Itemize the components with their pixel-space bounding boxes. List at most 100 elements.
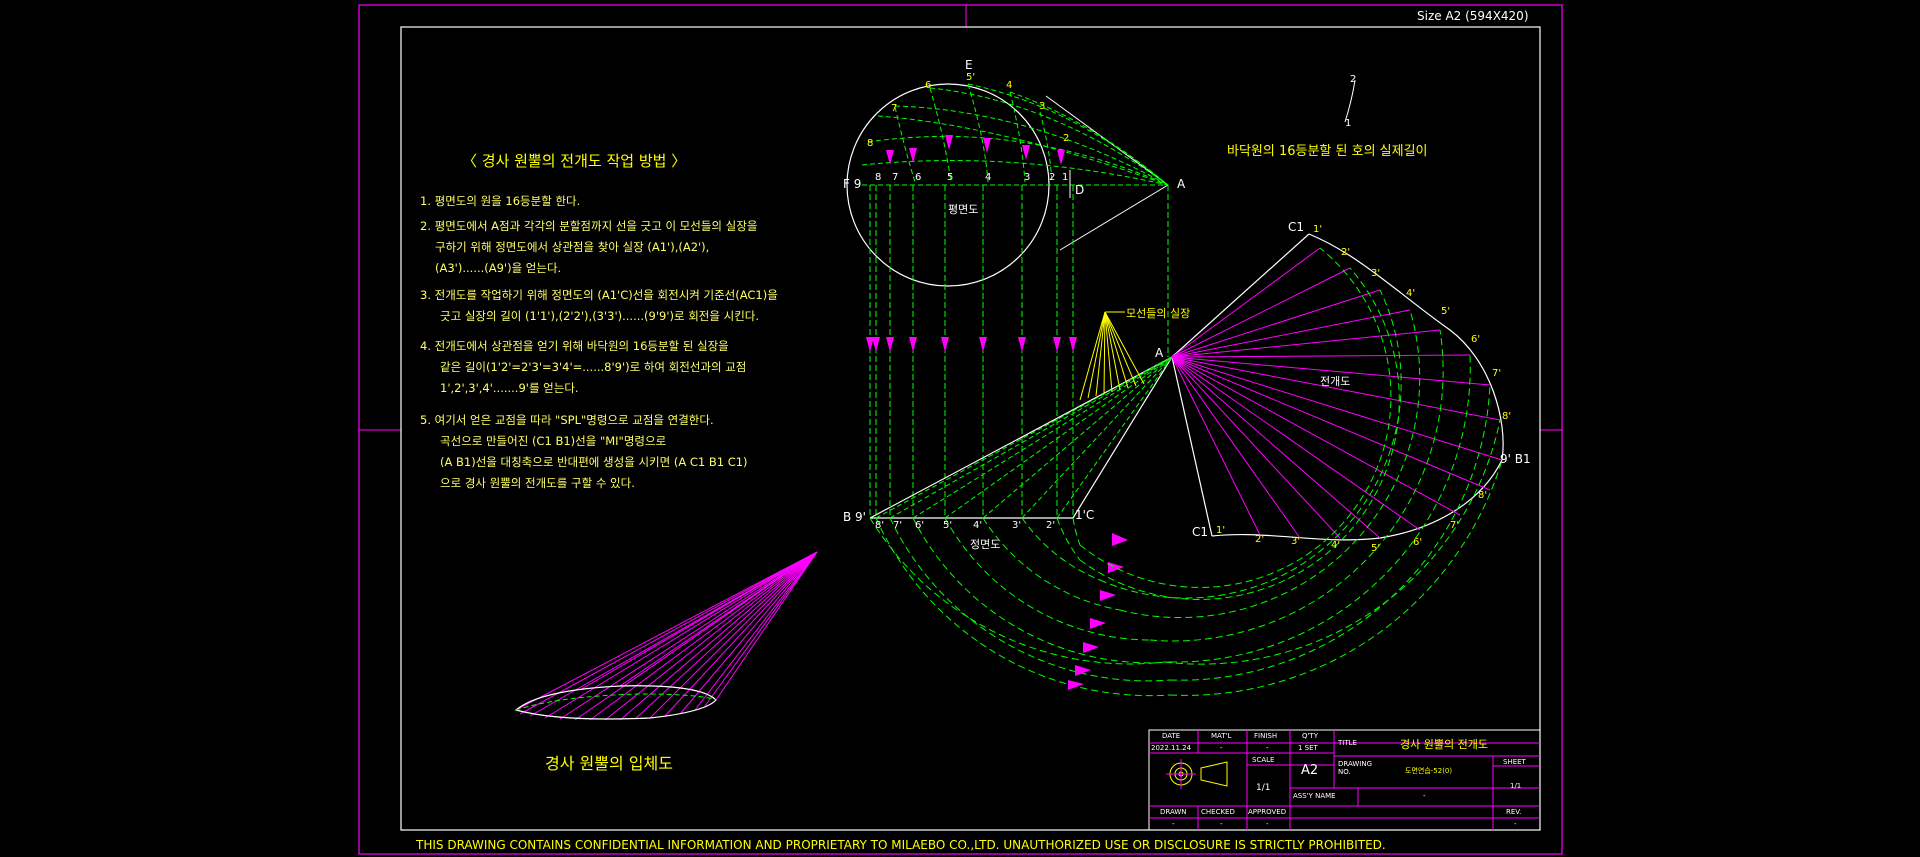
- tb-assy-value: -: [1423, 792, 1426, 800]
- tb-qty-header: Q'TY: [1302, 732, 1318, 740]
- circle-point: 8: [867, 138, 874, 149]
- tb-approved-header: APPROVED: [1248, 808, 1287, 816]
- method-step: 5. 여기서 얻은 교점을 따라 "SPL"명령으로 교점을 연결한다.: [420, 413, 714, 427]
- plan-generatrix: [861, 160, 1169, 186]
- plan-point: 3: [1024, 172, 1031, 183]
- iso-title: 경사 원뿔의 입체도: [545, 754, 673, 773]
- tb-scale-value: 1/1: [1256, 783, 1271, 793]
- dev-point-lower: 5': [1371, 543, 1381, 554]
- dev-point-upper: 3': [1371, 268, 1381, 279]
- point-B9: B 9': [843, 510, 866, 524]
- dev-point-lower: 3': [1291, 536, 1301, 547]
- projection-lines: [869, 185, 1169, 518]
- tb-matl-header: MAT'L: [1211, 732, 1232, 740]
- development-label: 전개도: [1320, 375, 1351, 388]
- front-point: 7': [893, 520, 903, 531]
- plan-generatrix: [1009, 91, 1026, 183]
- dev-point-upper: 1': [1313, 224, 1323, 235]
- front-point: 5': [943, 520, 953, 531]
- tb-rev-header: REV.: [1506, 808, 1522, 816]
- plan-point: 6: [915, 172, 922, 183]
- dev-point-lower: 2': [1255, 534, 1265, 545]
- front-point: 6': [915, 520, 925, 531]
- tb-sheet-header: SHEET: [1503, 758, 1526, 766]
- front-view-label: 정면도: [970, 538, 1001, 551]
- front-point: 3': [1012, 520, 1022, 531]
- method-step: 4. 전개도에서 상관점을 얻기 위해 바닥원의 16등분할 된 실장을: [420, 339, 729, 353]
- true-length-label: 모선들의 실장: [1126, 307, 1191, 320]
- plan-generatrix: [967, 83, 989, 183]
- tb-drawn-value: -: [1172, 820, 1175, 828]
- tb-drawing-header: DRAWING NO.: [1338, 760, 1373, 776]
- circle-point: 2: [1063, 133, 1070, 144]
- tb-qty-value: 1 SET: [1298, 744, 1318, 752]
- method-step: 같은 길이(1'2'=2'3'=3'4'=......8'9')로 하여 회전선…: [440, 360, 747, 374]
- dev-point-lower: 8': [1478, 490, 1488, 501]
- plan-point: 2: [1049, 172, 1056, 183]
- tb-finish-value: -: [1266, 744, 1269, 752]
- tb-approved-value: -: [1266, 820, 1269, 828]
- point-F9: F 9: [843, 177, 862, 191]
- dev-point-upper: 7': [1492, 368, 1502, 379]
- tb-finish-header: FINISH: [1254, 732, 1278, 740]
- plan-point: 4: [985, 172, 992, 183]
- method-step: 구하기 위해 정면도에서 상관점을 찾아 실장 (A1'),(A2'),: [435, 240, 710, 254]
- front-point: 8': [875, 520, 885, 531]
- method-step: 1. 평면도의 원을 16등분할 한다.: [420, 194, 581, 208]
- plan-point: 1: [1062, 172, 1069, 183]
- tb-checked-value: -: [1220, 820, 1223, 828]
- point-E: E: [965, 58, 973, 72]
- front-point: 2': [1046, 520, 1056, 531]
- tb-size-value: A2: [1301, 763, 1319, 778]
- method-step: 곡선으로 만들어진 (C1 B1)선을 "MI"명령으로: [440, 434, 667, 448]
- dev-point-lower: 7': [1450, 520, 1460, 531]
- plan-view-label: 평면도: [948, 203, 979, 216]
- plan-point: 8: [875, 172, 882, 183]
- method-step: 3. 전개도를 작업하기 위해 정면도의 (A1'C)선을 회전시켜 기준선(A…: [420, 288, 778, 302]
- point-C1-bottom: C1: [1192, 525, 1209, 539]
- tb-checked-header: CHECKED: [1201, 808, 1235, 816]
- method-step: (A B1)선을 대칭축으로 반대편에 생성을 시키면 (A C1 B1 C1): [440, 455, 748, 469]
- plan-point: 7: [892, 172, 899, 183]
- dev-point-upper: 8': [1502, 411, 1512, 422]
- arc-arrows: [1068, 533, 1128, 690]
- method-step: 2. 평면도에서 A점과 각각의 분할점까지 선을 긋고 이 모선들의 실장을: [420, 219, 758, 233]
- projection-symbol: [1166, 759, 1228, 789]
- tb-date-value: 2022.11.24: [1151, 744, 1192, 752]
- tb-matl-value: -: [1220, 744, 1223, 752]
- drawing-canvas: [358, 4, 1563, 855]
- plan-view: [846, 83, 1169, 287]
- development-view: [1079, 233, 1504, 696]
- method-step: 으로 경사 원뿔의 전개도를 구할 수 있다.: [440, 476, 635, 490]
- dev-point-lower: 4': [1331, 540, 1341, 551]
- circle-point: 4: [1006, 80, 1013, 91]
- plan-generatrix: [894, 105, 1169, 186]
- tb-rev-value: -: [1514, 820, 1517, 828]
- tb-title-header: TITLE: [1338, 739, 1357, 747]
- iso-cone: [514, 551, 818, 721]
- sheet-border: [358, 4, 1563, 855]
- arc-point-2: 2: [1350, 74, 1357, 85]
- method-step: (A3')......(A9')을 얻는다.: [435, 261, 562, 275]
- dev-point-upper: 5': [1441, 306, 1451, 317]
- plan-point: 5: [947, 172, 954, 183]
- point-C1-top: C1: [1288, 220, 1305, 234]
- circle-point: 6: [925, 80, 932, 91]
- tb-date-header: DATE: [1162, 732, 1181, 740]
- tb-assy-header: ASS'Y NAME: [1293, 792, 1336, 800]
- point-D: D: [1075, 183, 1085, 197]
- plan-generatrix: [1009, 91, 1169, 186]
- point-A-front: A: [1155, 346, 1164, 360]
- arc-point-1: 1: [1345, 118, 1352, 129]
- rotation-arcs: [869, 517, 1171, 697]
- dev-point-upper: 6': [1471, 334, 1481, 345]
- front-point: 4': [973, 520, 983, 531]
- dev-point-lower: 1': [1216, 525, 1226, 536]
- circle-point: 5': [966, 72, 976, 83]
- circle-point: 3: [1039, 101, 1046, 112]
- dev-point-lower: 6': [1413, 537, 1423, 548]
- arc-length-label: 바닥원의 16등분할 된 호의 실제길이: [1227, 144, 1428, 159]
- dev-point-upper: 2': [1341, 247, 1351, 258]
- tb-drawn-header: DRAWN: [1160, 808, 1187, 816]
- method-heading: 〈 경사 원뿔의 전개도 작업 방법 〉: [462, 152, 687, 170]
